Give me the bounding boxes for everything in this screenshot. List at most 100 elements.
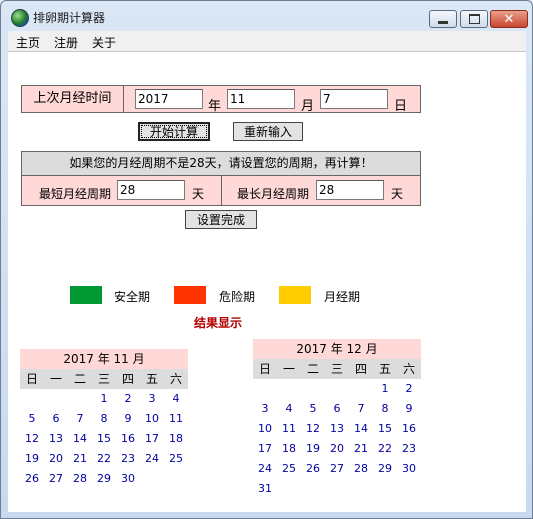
calendar-day: 8 (100, 412, 108, 425)
calendar-day: 5 (28, 412, 36, 425)
calendar-day: 3 (148, 392, 156, 405)
calendar-day: 9 (405, 402, 413, 415)
calendar-day: 19 (25, 452, 39, 465)
result-title: 结果显示 (194, 316, 243, 330)
calendar-day: 17 (258, 442, 272, 455)
globe-icon (11, 9, 29, 27)
calendar-day: 5 (309, 402, 317, 415)
calendar-day: 14 (354, 422, 368, 435)
day-input[interactable] (320, 89, 388, 109)
shortest-cycle-input[interactable] (117, 180, 185, 200)
close-icon: ✕ (503, 11, 515, 27)
last-period-label: 上次月经时间 (22, 86, 124, 112)
legend-label-period: 月经期 (324, 290, 361, 304)
calendar-day: 29 (378, 462, 392, 475)
legend-label-safe: 安全期 (114, 290, 151, 304)
title-bar[interactable]: 排卵期计算器 ✕ (1, 1, 532, 31)
calendar-day: 11 (169, 412, 183, 425)
calendar-dec-header: 2017 年 12 月 (253, 339, 421, 359)
calendar-day: 2 (405, 382, 413, 395)
weekday-sat: 六 (402, 362, 415, 376)
calendar-day: 26 (306, 462, 320, 475)
calendar-day: 1 (100, 392, 108, 405)
calendar-day: 25 (169, 452, 183, 465)
longest-cycle-label: 最长月经周期 (237, 187, 310, 201)
calendar-day: 25 (282, 462, 296, 475)
legend-label-danger: 危险期 (219, 290, 256, 304)
weekday-thu: 四 (121, 372, 134, 386)
calendar-day: 1 (381, 382, 389, 395)
calendar-day: 16 (121, 432, 135, 445)
calendar-day: 9 (124, 412, 132, 425)
calendar-day: 20 (49, 452, 63, 465)
calendar-day: 21 (354, 442, 368, 455)
calendar-day: 6 (52, 412, 60, 425)
calendar-day: 10 (258, 422, 272, 435)
cycle-notice: 如果您的月经周期不是28天，请设置您的周期，再计算！ (21, 151, 421, 176)
settings-done-button[interactable]: 设置完成 (185, 210, 257, 229)
weekday-wed: 三 (330, 362, 343, 376)
calendar-day: 17 (145, 432, 159, 445)
minimize-icon (438, 20, 448, 24)
calendar-day: 8 (381, 402, 389, 415)
calendar-day: 19 (306, 442, 320, 455)
menu-item-home[interactable]: 主页 (16, 34, 40, 51)
day-unit: 日 (394, 99, 408, 114)
weekday-wed: 三 (97, 372, 110, 386)
app-window: 排卵期计算器 ✕ 主页 注册 关于 上次月经时间 年 月 日 开始计算 重新输入… (0, 0, 533, 519)
calendar-day: 30 (402, 462, 416, 475)
calendar-day: 26 (25, 472, 39, 485)
weekday-fri: 五 (378, 362, 391, 376)
reset-button[interactable]: 重新输入 (233, 122, 303, 141)
weekday-sun: 日 (25, 372, 38, 386)
calendar-day: 15 (378, 422, 392, 435)
month-input[interactable] (227, 89, 295, 109)
weekday-mon: 一 (282, 362, 295, 376)
calendar-day: 2 (124, 392, 132, 405)
calculate-button[interactable]: 开始计算 (138, 122, 210, 141)
calendar-day: 22 (97, 452, 111, 465)
calendar-day: 7 (76, 412, 84, 425)
calendar-day: 21 (73, 452, 87, 465)
calendar-day: 18 (282, 442, 296, 455)
calendar-day: 13 (330, 422, 344, 435)
month-unit: 月 (301, 99, 315, 114)
legend-swatch-period (279, 286, 311, 304)
weekday-sun: 日 (258, 362, 271, 376)
calendar-day: 6 (333, 402, 341, 415)
maximize-button[interactable] (460, 10, 488, 28)
calendar-day: 11 (282, 422, 296, 435)
weekday-tue: 二 (306, 362, 319, 376)
weekday-sat: 六 (169, 372, 182, 386)
cycle-divider (221, 176, 222, 205)
calendar-day: 20 (330, 442, 344, 455)
calendar-day: 27 (330, 462, 344, 475)
longest-cycle-unit: 天 (391, 187, 404, 201)
calendar-day: 22 (378, 442, 392, 455)
weekday-mon: 一 (49, 372, 62, 386)
calendar-day: 13 (49, 432, 63, 445)
calendar-day: 10 (145, 412, 159, 425)
weekday-tue: 二 (73, 372, 86, 386)
weekday-thu: 四 (354, 362, 367, 376)
calendar-day: 28 (73, 472, 87, 485)
calendar-day: 14 (73, 432, 87, 445)
calendar-day: 24 (258, 462, 272, 475)
longest-cycle-input[interactable] (316, 180, 384, 200)
calendar-day: 28 (354, 462, 368, 475)
calendar-day: 12 (25, 432, 39, 445)
close-button[interactable]: ✕ (490, 10, 528, 28)
year-unit: 年 (208, 99, 222, 114)
calendar-day: 4 (172, 392, 180, 405)
calendar-day: 24 (145, 452, 159, 465)
menu-item-register[interactable]: 注册 (54, 34, 78, 51)
legend-swatch-danger (174, 286, 206, 304)
maximize-icon (468, 14, 480, 24)
shortest-cycle-label: 最短月经周期 (39, 187, 112, 201)
calendar-nov-weekdays: 日 一 二 三 四 五 六 (20, 369, 188, 389)
client-area: 上次月经时间 年 月 日 开始计算 重新输入 如果您的月经周期不是28天，请设置… (8, 51, 526, 512)
menu-item-about[interactable]: 关于 (92, 34, 116, 51)
minimize-button[interactable] (429, 10, 457, 28)
year-input[interactable] (135, 89, 203, 109)
menu-bar: 主页 注册 关于 (8, 31, 526, 51)
